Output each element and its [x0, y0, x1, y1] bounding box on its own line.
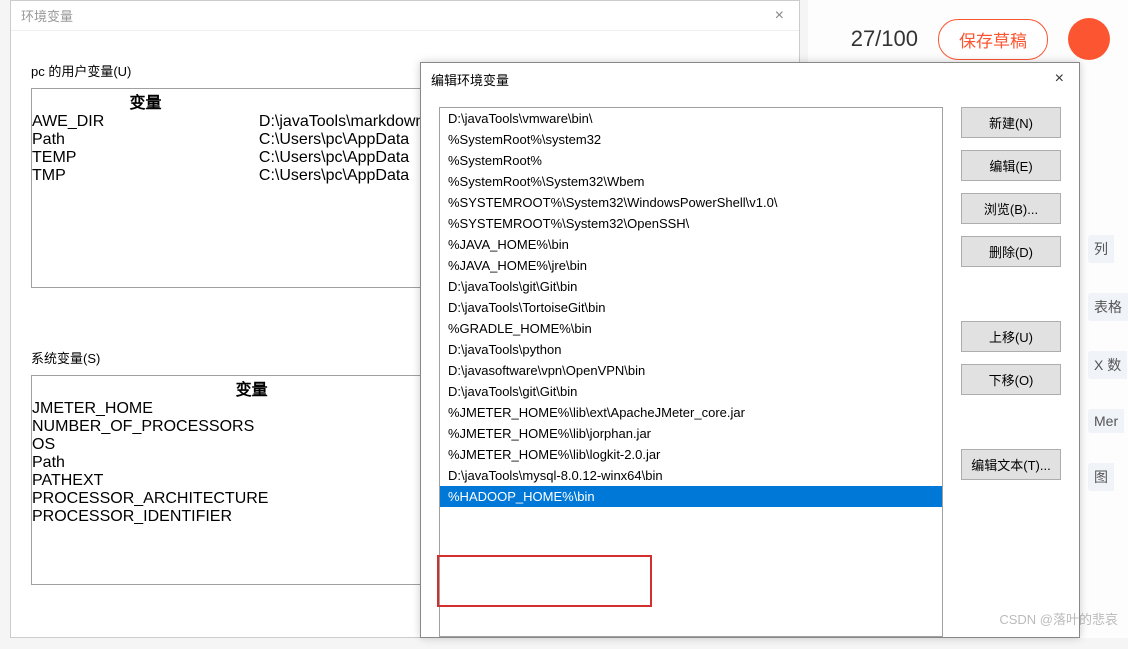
side-item[interactable]: X 数	[1088, 351, 1127, 379]
list-item[interactable]: %HADOOP_HOME%\bin	[440, 486, 942, 507]
list-item[interactable]: %SYSTEMROOT%\System32\OpenSSH\	[440, 213, 942, 234]
top-toolbar: 27/100 保存草稿	[851, 18, 1110, 60]
list-item[interactable]: D:\javaTools\mysql-8.0.12-winx64\bin	[440, 465, 942, 486]
move-up-button[interactable]: 上移(U)	[961, 321, 1061, 352]
list-item[interactable]: %JMETER_HOME%\lib\ext\ApacheJMeter_core.…	[440, 402, 942, 423]
list-item[interactable]: D:\javaTools\TortoiseGit\bin	[440, 297, 942, 318]
list-item[interactable]: %SystemRoot%\system32	[440, 129, 942, 150]
dialog-title: 环境变量	[21, 6, 73, 25]
list-item[interactable]: %GRADLE_HOME%\bin	[440, 318, 942, 339]
edit-env-var-dialog: 编辑环境变量 × D:\javaTools\vmware\bin\%System…	[420, 62, 1080, 638]
side-item[interactable]: 列	[1088, 235, 1114, 263]
list-item[interactable]: %JMETER_HOME%\lib\jorphan.jar	[440, 423, 942, 444]
counter: 27/100	[851, 26, 918, 52]
list-item[interactable]: D:\javasoftware\vpn\OpenVPN\bin	[440, 360, 942, 381]
list-item[interactable]: %SYSTEMROOT%\System32\WindowsPowerShell\…	[440, 192, 942, 213]
list-item[interactable]: D:\javaTools\python	[440, 339, 942, 360]
side-item[interactable]: 图	[1088, 463, 1114, 491]
browse-button[interactable]: 浏览(B)...	[961, 193, 1061, 224]
list-item[interactable]: %JMETER_HOME%\lib\logkit-2.0.jar	[440, 444, 942, 465]
list-item[interactable]: %JAVA_HOME%\bin	[440, 234, 942, 255]
button-column: 新建(N) 编辑(E) 浏览(B)... 删除(D) 上移(U) 下移(O) 编…	[961, 107, 1061, 637]
side-item[interactable]: Mer	[1088, 409, 1124, 433]
save-draft-button[interactable]: 保存草稿	[938, 19, 1048, 60]
watermark: CSDN @落叶的悲哀	[999, 609, 1118, 628]
new-button[interactable]: 新建(N)	[961, 107, 1061, 138]
col-header-name[interactable]: 变量	[32, 376, 471, 400]
publish-button[interactable]	[1068, 18, 1110, 60]
list-item[interactable]: %SystemRoot%\System32\Wbem	[440, 171, 942, 192]
edit-button[interactable]: 编辑(E)	[961, 150, 1061, 181]
path-listbox[interactable]: D:\javaTools\vmware\bin\%SystemRoot%\sys…	[439, 107, 943, 637]
list-item[interactable]: D:\javaTools\git\Git\bin	[440, 276, 942, 297]
list-item-empty[interactable]	[440, 507, 942, 528]
close-icon[interactable]: ×	[1050, 70, 1069, 88]
col-header-name[interactable]: 变量	[32, 89, 259, 113]
dialog-header: 环境变量 ×	[11, 1, 799, 31]
list-item[interactable]: D:\javaTools\vmware\bin\	[440, 108, 942, 129]
list-item[interactable]: %JAVA_HOME%\jre\bin	[440, 255, 942, 276]
dialog-title: 编辑环境变量	[431, 70, 509, 89]
side-tools: 列 表格 X 数 Mer 图	[1083, 235, 1128, 491]
dialog-header: 编辑环境变量 ×	[421, 63, 1079, 95]
delete-button[interactable]: 删除(D)	[961, 236, 1061, 267]
list-item[interactable]: D:\javaTools\git\Git\bin	[440, 381, 942, 402]
list-item[interactable]: %SystemRoot%	[440, 150, 942, 171]
move-down-button[interactable]: 下移(O)	[961, 364, 1061, 395]
close-icon[interactable]: ×	[770, 7, 789, 25]
side-item[interactable]: 表格	[1088, 293, 1128, 321]
edit-text-button[interactable]: 编辑文本(T)...	[961, 449, 1061, 480]
